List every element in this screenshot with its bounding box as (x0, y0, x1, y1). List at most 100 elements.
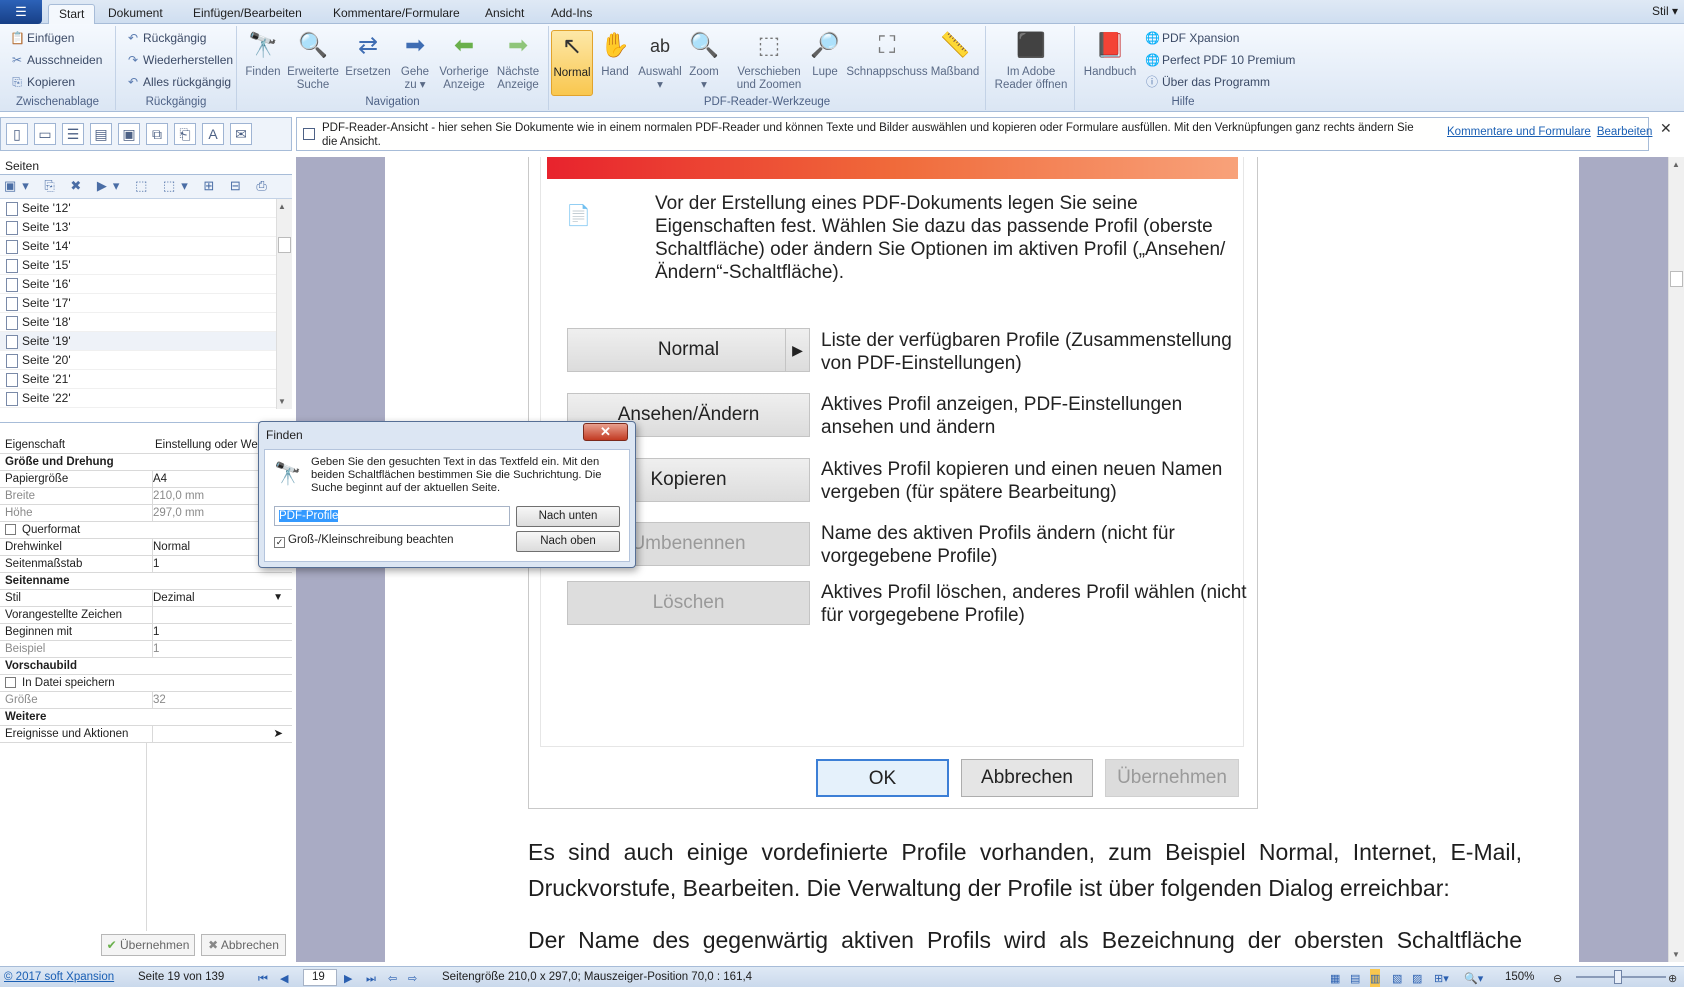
tab-add-ins[interactable]: Add-Ins (541, 4, 602, 24)
undo-all-button[interactable]: ↶ Alles rückgängig (126, 72, 231, 92)
prop-save-in-file[interactable]: In Datei speichern (0, 675, 292, 692)
pages-toolbar[interactable]: ▣▾ ⎘ ✖ ▶▾ ⬚ ⬚▾ ⊞ ⊟ ⎙ ⚙▾ (0, 175, 292, 215)
fit-width-icon[interactable]: ▦ (1330, 969, 1340, 987)
next-page-icon[interactable]: ▶ (344, 969, 352, 987)
scroll-down-icon[interactable]: ▼ (278, 397, 286, 406)
tab-einfuegen-bearbeiten[interactable]: Einfügen/Bearbeiten (183, 4, 312, 24)
find-button[interactable]: 🔭 Finden (243, 30, 283, 79)
tab-dokument[interactable]: Dokument (98, 4, 173, 24)
prop-paper-size[interactable]: Papiergröße A4 (0, 471, 292, 488)
scroll-thumb[interactable] (1670, 271, 1683, 287)
page-list-item[interactable]: Seite '14' (0, 237, 276, 256)
comments-forms-link[interactable]: Kommentare und Formulare (1447, 126, 1591, 138)
match-case-checkbox[interactable]: ✓ (274, 537, 285, 548)
forward-icon[interactable]: ⇨ (408, 969, 417, 987)
snapshot-button[interactable]: ⛶ Schnappschuss (846, 30, 928, 79)
copyright-link[interactable]: © 2017 soft Xpansion (4, 967, 114, 987)
copy-button[interactable]: ⎘ Kopieren (10, 72, 75, 92)
paste-button[interactable]: 📋 Einfügen (10, 28, 74, 48)
page-list-item[interactable]: Seite '17' (0, 294, 276, 313)
document-icon[interactable]: ▤ (90, 123, 112, 145)
page-list-item[interactable]: Seite '15' (0, 256, 276, 275)
app-menu-button[interactable]: ☰ (0, 0, 42, 24)
search-down-button[interactable]: Nach unten (516, 506, 620, 527)
pan-zoom-button[interactable]: ⬚ Verschieben und Zoomen (735, 30, 803, 92)
style-menu[interactable]: Stil ▾ (1652, 4, 1678, 18)
single-page-icon[interactable]: ▭ (34, 123, 56, 145)
prop-scale[interactable]: Seitenmaßstab 1 (0, 556, 292, 573)
about-button[interactable]: ⓘ Über das Programm (1145, 72, 1270, 92)
attachments-icon[interactable]: ⎗ (174, 123, 196, 145)
open-adobe-reader-button[interactable]: ⬛ Im Adobe Reader öffnen (992, 30, 1070, 92)
page-number-input[interactable]: 19 (303, 969, 337, 986)
back-icon[interactable]: ⇦ (388, 969, 397, 987)
undo-button[interactable]: ↶ Rückgängig (126, 28, 206, 48)
prop-start[interactable]: Beginnen mit 1 (0, 624, 292, 641)
tab-ansicht[interactable]: Ansicht (475, 4, 534, 24)
prop-events[interactable]: Ereignisse und Aktionen ➤ (0, 726, 292, 743)
tab-start[interactable]: Start (48, 4, 96, 24)
perfect-pdf-link[interactable]: 🌐 Perfect PDF 10 Premium (1145, 50, 1295, 70)
prev-page-icon[interactable]: ◀ (280, 969, 288, 987)
scroll-up-icon[interactable]: ▲ (1672, 160, 1680, 169)
select-tool-button[interactable]: ab Auswahl ▾ (637, 30, 683, 92)
page-list-item[interactable]: Seite '18' (0, 313, 276, 332)
edit-link[interactable]: Bearbeiten (1597, 126, 1653, 138)
zoom-tool-button[interactable]: 🔍 Zoom ▾ (684, 30, 724, 92)
apply-button[interactable]: ✔ Übernehmen (101, 934, 195, 956)
image-icon[interactable]: ▣ (118, 123, 140, 145)
landscape-checkbox[interactable] (5, 524, 16, 535)
first-page-icon[interactable]: ⏮ (258, 969, 268, 987)
scroll-up-icon[interactable]: ▲ (278, 202, 286, 211)
cancel-button[interactable]: ✖ Abbrechen (201, 934, 286, 956)
tab-kommentare-formulare[interactable]: Kommentare/Formulare (323, 4, 470, 24)
ruler-button[interactable]: 📏 Maßband (929, 30, 981, 79)
previous-view-button[interactable]: ⬅ Vorherige Anzeige (437, 30, 491, 92)
pdf-xpansion-link[interactable]: 🌐 PDF Xpansion (1145, 28, 1239, 48)
pages-icon[interactable]: ⧉ (146, 123, 168, 145)
document-scrollbar[interactable]: ▲ ▼ (1668, 157, 1684, 962)
zoom-in-icon[interactable]: ⊕ (1668, 969, 1677, 987)
scroll-thumb[interactable] (278, 237, 291, 253)
signatures-icon[interactable]: ✉ (230, 123, 252, 145)
manual-button[interactable]: 📕 Handbuch (1081, 30, 1139, 79)
dropdown-arrow-icon[interactable]: ▼ (273, 590, 283, 606)
scroll-down-icon[interactable]: ▼ (1672, 950, 1680, 959)
match-case-option[interactable]: ✓ Groß-/Kleinschreibung beachten (274, 534, 454, 548)
page-view-icon[interactable]: ▯ (6, 123, 28, 145)
redo-button[interactable]: ↷ Wiederherstellen (126, 50, 233, 70)
normal-tool-button[interactable]: ↖ Normal (551, 30, 593, 96)
zoom-slider-handle[interactable] (1614, 970, 1622, 984)
outline-icon[interactable]: ☰ (62, 123, 84, 145)
page-list-item[interactable]: Seite '21' (0, 370, 276, 389)
layout-icon[interactable]: ⊞▾ (1434, 969, 1449, 987)
page-list-item[interactable]: Seite '20' (0, 351, 276, 370)
search-up-button[interactable]: Nach oben (516, 531, 620, 552)
search-input[interactable]: PDF-Profile (274, 506, 510, 526)
page-list-item[interactable]: Seite '16' (0, 275, 276, 294)
hand-tool-button[interactable]: ✋ Hand (596, 30, 634, 79)
last-page-icon[interactable]: ⏭ (366, 969, 376, 987)
close-icon[interactable]: ✕ (1660, 120, 1672, 137)
fit-page-icon[interactable]: ▤ (1350, 969, 1360, 987)
prop-rotation[interactable]: Drehwinkel Normal (0, 539, 292, 556)
page-list-item[interactable]: Seite '13' (0, 218, 276, 237)
zoom-out-icon[interactable]: ⊖ (1553, 969, 1562, 987)
zoom-menu-icon[interactable]: 🔍▾ (1464, 969, 1483, 987)
book-view-icon[interactable]: ▧ (1392, 969, 1402, 987)
goto-button[interactable]: ➡ Gehe zu ▾ (397, 30, 433, 92)
continuous-view-icon[interactable]: ▨ (1412, 969, 1422, 987)
loupe-button[interactable]: 🔎 Lupe (807, 30, 843, 79)
replace-button[interactable]: ⇄ Ersetzen (343, 30, 393, 79)
page-list-scrollbar[interactable]: ▲ ▼ (276, 199, 292, 409)
single-page-view-icon[interactable]: ▥ (1370, 969, 1381, 987)
cut-button[interactable]: ✂ Ausschneiden (10, 50, 102, 70)
prop-prefix[interactable]: Vorangestellte Zeichen (0, 607, 292, 624)
fonts-icon[interactable]: A (202, 123, 224, 145)
page-list-item[interactable]: Seite '12' (0, 199, 276, 218)
next-view-button[interactable]: ➡ Nächste Anzeige (493, 30, 543, 92)
advanced-search-button[interactable]: 🔍 Erweiterte Suche (284, 30, 342, 92)
save-in-file-checkbox[interactable] (5, 677, 16, 688)
prop-style[interactable]: Stil Dezimal ▼ (0, 590, 292, 607)
prop-landscape[interactable]: Querformat (0, 522, 292, 539)
